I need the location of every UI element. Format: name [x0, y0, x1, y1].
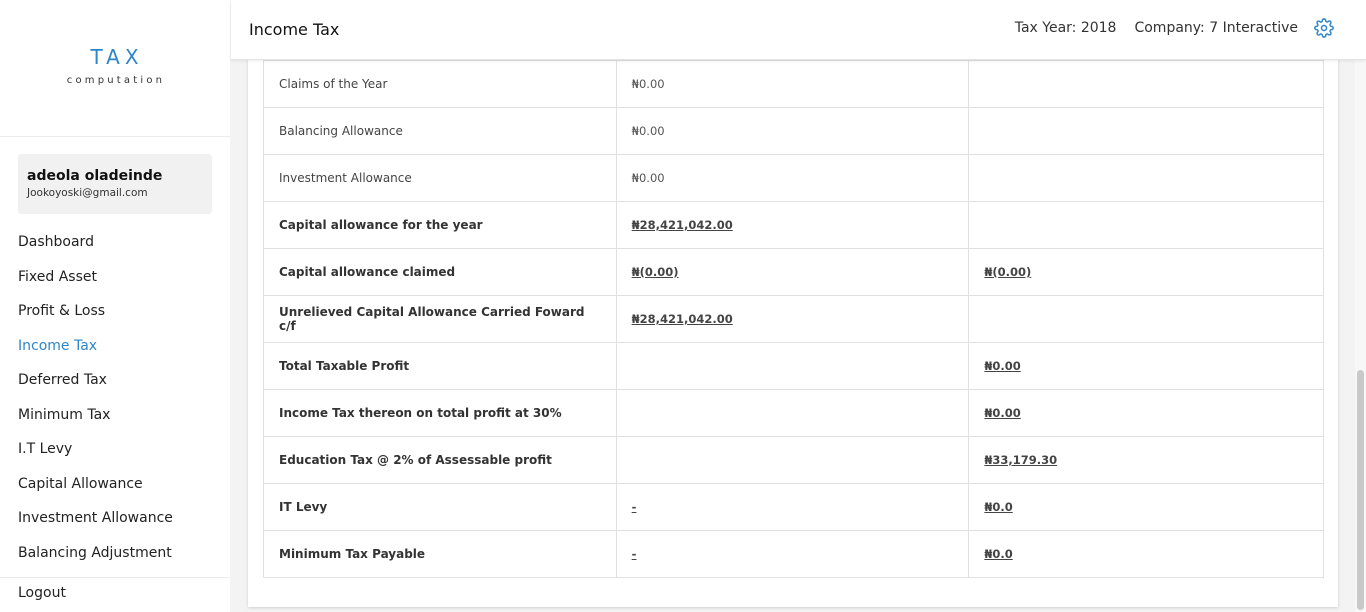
user-card: adeola oladeinde Jookoyoski@gmail.com [18, 154, 212, 214]
table-row: Balancing Allowance ₦0.00 [263, 107, 1324, 155]
user-email: Jookoyoski@gmail.com [27, 187, 148, 199]
row-label: IT Levy [263, 483, 617, 531]
row-value: - [615, 530, 970, 578]
value-link[interactable]: ₦28,421,042.00 [632, 312, 733, 326]
page-title: Income Tax [249, 20, 340, 39]
row-value: ₦0.00 [615, 107, 970, 155]
table-row: Total Taxable Profit ₦0.00 [263, 342, 1324, 390]
value-link[interactable]: ₦(0.00) [984, 265, 1031, 279]
row-total: ₦33,179.30 [968, 436, 1324, 484]
value-link[interactable]: ₦0.0 [984, 547, 1012, 561]
row-value: ₦(0.00) [615, 248, 970, 296]
row-value: - [615, 483, 970, 531]
logo-subtitle: computation [66, 75, 166, 86]
company-label: Company: 7 Interactive [1134, 20, 1298, 36]
value-text: ₦0.00 [631, 77, 665, 91]
sidebar-item-deferred-tax[interactable]: Deferred Tax [18, 363, 218, 398]
top-header: Income Tax Tax Year: 2018 Company: 7 Int… [231, 0, 1366, 60]
value-link[interactable]: ₦0.00 [984, 359, 1020, 373]
row-label: Balancing Allowance [263, 107, 617, 155]
row-value: ₦28,421,042.00 [615, 201, 970, 249]
table-row: Investment Allowance ₦0.00 [263, 154, 1324, 202]
table-row: Claims of the Year ₦0.00 [263, 60, 1324, 108]
sidebar-item-capital-allowance[interactable]: Capital Allowance [18, 467, 218, 502]
gear-icon[interactable] [1314, 18, 1334, 38]
value-link[interactable]: - [632, 547, 637, 561]
row-total [968, 201, 1324, 249]
row-label: Minimum Tax Payable [263, 530, 617, 578]
row-value [615, 389, 970, 437]
logo-title: TAX [90, 45, 144, 69]
row-label: Unrelieved Capital Allowance Carried Fow… [263, 295, 617, 343]
row-value: ₦0.00 [615, 154, 970, 202]
sidebar-nav: Dashboard Fixed Asset Profit & Loss Inco… [18, 225, 218, 570]
user-name: adeola oladeinde [27, 168, 163, 184]
header-info: Tax Year: 2018 Company: 7 Interactive [1015, 18, 1334, 38]
value-link[interactable]: ₦33,179.30 [984, 453, 1057, 467]
sidebar: TAX computation adeola oladeinde Jookoyo… [0, 0, 230, 612]
row-total [968, 60, 1324, 108]
row-label: Investment Allowance [263, 154, 617, 202]
value-text: ₦0.00 [631, 124, 665, 138]
value-link[interactable]: ₦(0.00) [632, 265, 679, 279]
sidebar-item-profit-loss[interactable]: Profit & Loss [18, 294, 218, 329]
row-total: ₦0.0 [968, 483, 1324, 531]
income-tax-table: Claims of the Year ₦0.00 Balancing Allow… [263, 60, 1324, 578]
row-total: ₦0.0 [968, 530, 1324, 578]
income-tax-card: Claims of the Year ₦0.00 Balancing Allow… [248, 60, 1338, 607]
value-link[interactable]: ₦0.0 [984, 500, 1012, 514]
sidebar-item-income-tax[interactable]: Income Tax [18, 329, 218, 364]
row-label: Capital allowance claimed [263, 248, 617, 296]
row-value: ₦0.00 [615, 60, 970, 108]
table-row: Unrelieved Capital Allowance Carried Fow… [263, 295, 1324, 343]
row-total: ₦(0.00) [968, 248, 1324, 296]
logout-link[interactable]: Logout [18, 585, 66, 601]
value-link[interactable]: - [632, 500, 637, 514]
row-label: Total Taxable Profit [263, 342, 617, 390]
sidebar-item-balancing-adjustment[interactable]: Balancing Adjustment [18, 536, 218, 571]
table-row: Minimum Tax Payable - ₦0.0 [263, 530, 1324, 578]
row-label: Income Tax thereon on total profit at 30… [263, 389, 617, 437]
app-logo[interactable]: TAX computation [0, 0, 230, 137]
row-label: Capital allowance for the year [263, 201, 617, 249]
main-content: Claims of the Year ₦0.00 Balancing Allow… [231, 60, 1355, 612]
sidebar-item-dashboard[interactable]: Dashboard [18, 225, 218, 260]
table-row: IT Levy - ₦0.0 [263, 483, 1324, 531]
sidebar-item-investment-allowance[interactable]: Investment Allowance [18, 501, 218, 536]
tax-year-label: Tax Year: 2018 [1014, 20, 1117, 36]
row-label: Education Tax @ 2% of Assessable profit [263, 436, 617, 484]
scrollbar-thumb[interactable] [1357, 370, 1364, 610]
row-total: ₦0.00 [968, 389, 1324, 437]
row-label: Claims of the Year [263, 60, 617, 108]
sidebar-divider [0, 577, 230, 578]
row-total [968, 295, 1324, 343]
sidebar-item-it-levy[interactable]: I.T Levy [18, 432, 218, 467]
row-value [615, 342, 970, 390]
table-row: Capital allowance for the year ₦28,421,0… [263, 201, 1324, 249]
page-scrollbar[interactable] [1355, 60, 1366, 612]
row-total [968, 154, 1324, 202]
table-row: Education Tax @ 2% of Assessable profit … [263, 436, 1324, 484]
row-total [968, 107, 1324, 155]
table-row: Capital allowance claimed ₦(0.00) ₦(0.00… [263, 248, 1324, 296]
row-value: ₦28,421,042.00 [615, 295, 970, 343]
value-link[interactable]: ₦0.00 [984, 406, 1020, 420]
row-value [615, 436, 970, 484]
value-text: ₦0.00 [631, 171, 665, 185]
sidebar-item-minimum-tax[interactable]: Minimum Tax [18, 398, 218, 433]
sidebar-item-fixed-asset[interactable]: Fixed Asset [18, 260, 218, 295]
row-total: ₦0.00 [968, 342, 1324, 390]
value-link[interactable]: ₦28,421,042.00 [632, 218, 733, 232]
table-row: Income Tax thereon on total profit at 30… [263, 389, 1324, 437]
